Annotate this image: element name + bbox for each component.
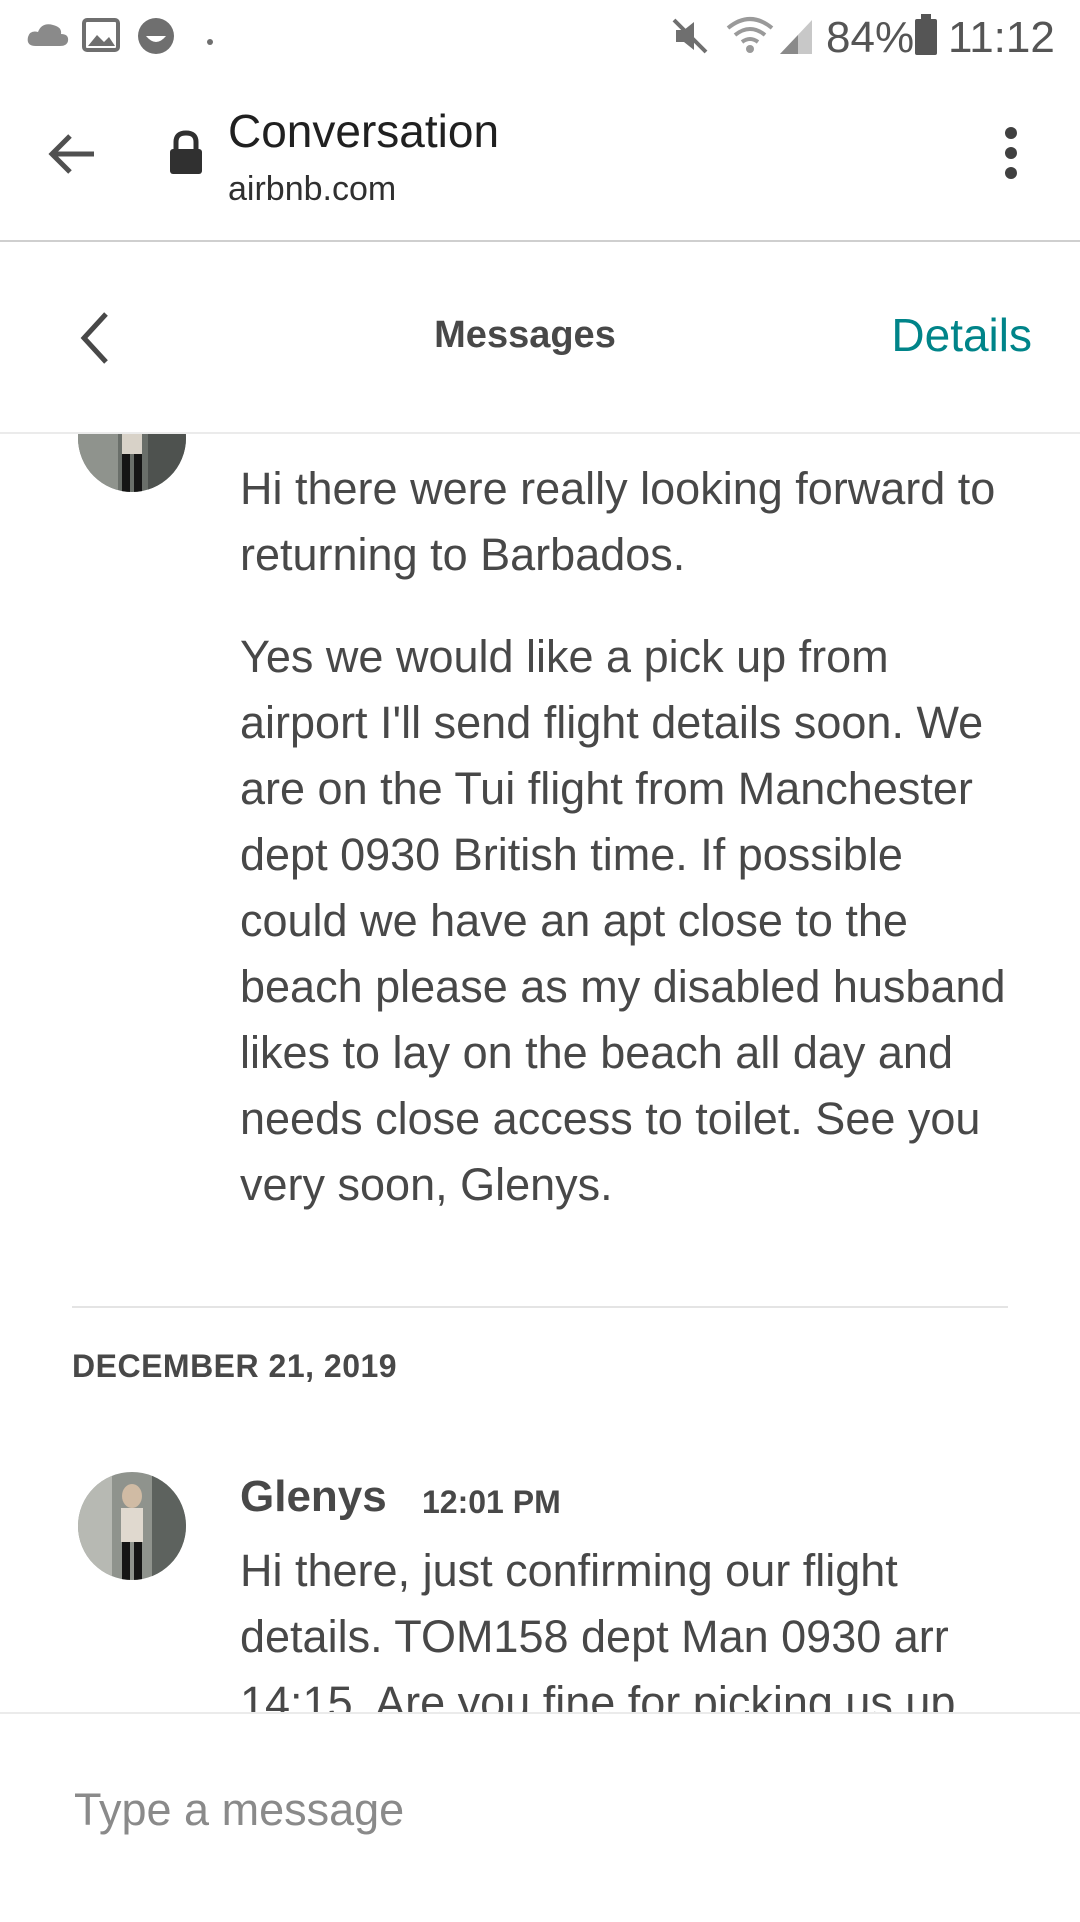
message-time: 12:01 PM xyxy=(422,1484,561,1520)
image-icon xyxy=(82,18,120,57)
avatar[interactable] xyxy=(78,434,186,492)
message-text: Hi there, just confirming our flight det… xyxy=(240,1545,956,1712)
more-vert-icon[interactable] xyxy=(1000,126,1022,185)
avatar[interactable] xyxy=(78,1472,186,1580)
divider xyxy=(72,1306,1008,1308)
battery-icon xyxy=(914,14,938,61)
message-paragraph: Hi there were really looking forward to … xyxy=(240,463,996,580)
wifi-icon xyxy=(726,16,774,61)
dot-icon xyxy=(206,33,214,51)
back-arrow-icon[interactable] xyxy=(44,126,100,187)
url-domain[interactable]: airbnb.com xyxy=(228,170,396,209)
cloud-icon xyxy=(26,22,70,53)
page-title[interactable]: Conversation xyxy=(228,104,499,158)
status-bar: 84% 11:12 xyxy=(0,0,1080,74)
message-sender: Glenys xyxy=(240,1472,387,1521)
messages-header: Messages Details xyxy=(0,242,1080,434)
message-thread[interactable]: Hi there were really looking forward to … xyxy=(0,434,1080,1712)
clock: 11:12 xyxy=(948,13,1055,62)
message-paragraph: Yes we would like a pick up from airport… xyxy=(240,631,1006,1210)
details-link[interactable]: Details xyxy=(891,308,1032,362)
lock-icon[interactable] xyxy=(168,130,204,181)
smiley-icon xyxy=(136,16,176,61)
date-separator: DECEMBER 21, 2019 xyxy=(72,1348,398,1384)
browser-toolbar: Conversation airbnb.com xyxy=(0,74,1080,242)
mute-icon xyxy=(670,16,710,61)
battery-percent: 84% xyxy=(826,13,915,62)
signal-icon xyxy=(778,16,814,61)
message-composer xyxy=(0,1712,1080,1922)
message-input[interactable] xyxy=(72,1764,976,1856)
